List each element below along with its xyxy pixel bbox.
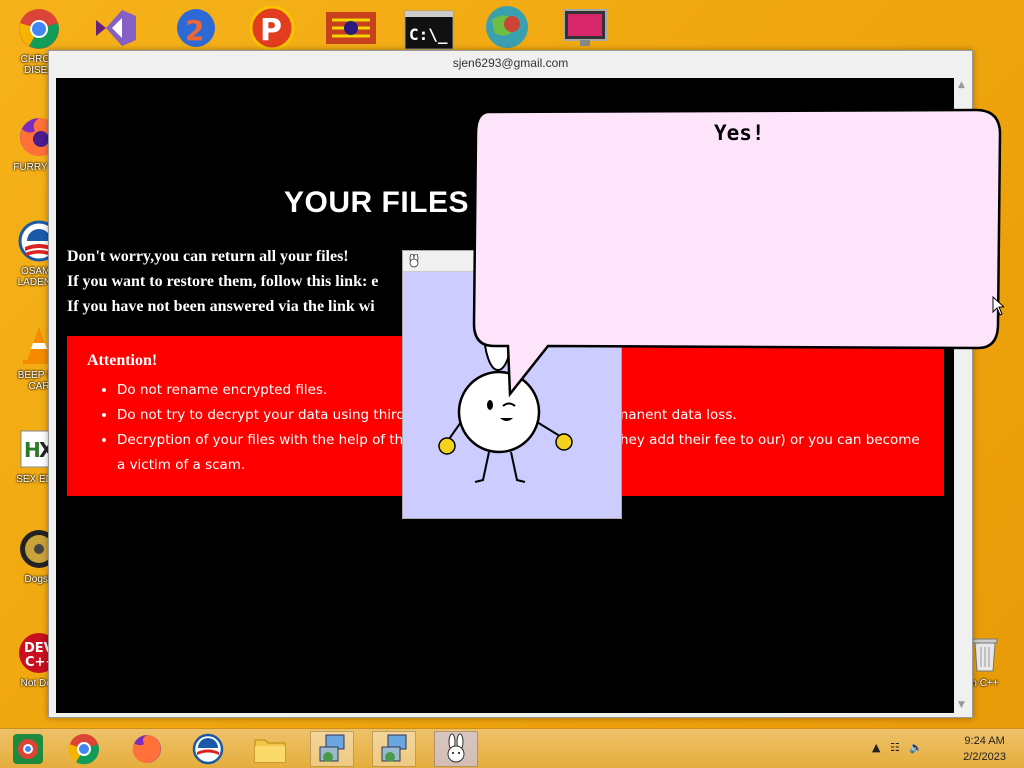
taskbar-chrome[interactable] <box>62 731 106 767</box>
chrome-alt-icon <box>13 734 43 764</box>
p-logo-icon[interactable]: P <box>248 4 296 56</box>
chrome-icon <box>16 6 62 52</box>
earth-icon[interactable] <box>482 4 532 54</box>
svg-text:2: 2 <box>185 14 204 47</box>
message-lines: Don't worry,you can return all your file… <box>67 248 378 323</box>
bubble-text: Yes! <box>714 121 765 145</box>
taskbar-file-explorer[interactable] <box>248 731 292 767</box>
scroll-down-arrow-icon[interactable]: ▼ <box>956 700 967 711</box>
flag-icon[interactable] <box>326 10 376 50</box>
mouse-cursor-icon <box>992 296 1004 316</box>
folder-icon <box>254 739 286 763</box>
speech-bubble <box>470 104 1005 408</box>
scroll-up-arrow-icon[interactable]: ▲ <box>956 80 967 91</box>
taskbar-bunny[interactable] <box>434 731 478 767</box>
clock-time: 9:24 AM <box>964 735 1005 747</box>
taskbar-chrome-alt[interactable] <box>6 731 50 767</box>
installer-icon <box>319 734 345 762</box>
tray-expand-icon[interactable]: ▲ <box>872 741 880 754</box>
taskbar-firefox[interactable] <box>125 731 169 767</box>
bunny-icon <box>447 733 465 763</box>
network-icon[interactable]: ☷ <box>890 741 900 754</box>
installer-icon <box>381 734 407 762</box>
taskbar-obama[interactable] <box>186 731 230 767</box>
window-title: sjen6293@gmail.com <box>452 56 569 70</box>
monitor-icon[interactable] <box>560 6 610 54</box>
bunny-small-icon <box>409 253 419 268</box>
chrome-icon <box>68 734 99 765</box>
taskbar: ▲ ☷ 🔈 9:24 AM 2/2/2023 <box>0 728 1024 768</box>
message-line-1: Don't worry,you can return all your file… <box>67 248 349 265</box>
clock-date: 2/2/2023 <box>963 751 1006 763</box>
message-line-2: If you want to restore them, follow this… <box>67 273 379 290</box>
svg-text:P: P <box>260 13 282 48</box>
headline: YOUR FILES <box>284 186 470 219</box>
rain2-icon[interactable]: 2 <box>172 6 220 54</box>
firefox-icon <box>132 735 161 763</box>
obama-logo-icon <box>192 733 224 765</box>
taskbar-clock[interactable]: 9:24 AM 2/2/2023 <box>963 733 1006 765</box>
message-line-3: If you have not been answered via the li… <box>67 298 375 315</box>
taskbar-setup-2[interactable] <box>372 731 416 767</box>
visual-studio-icon[interactable] <box>92 8 140 52</box>
taskbar-setup-1[interactable] <box>310 731 354 767</box>
svg-text:C:\_: C:\_ <box>409 25 448 44</box>
system-tray[interactable]: ▲ ☷ 🔈 <box>872 741 923 754</box>
cmd-icon[interactable]: C:\_ <box>404 10 454 54</box>
volume-icon[interactable]: 🔈 <box>909 741 923 754</box>
